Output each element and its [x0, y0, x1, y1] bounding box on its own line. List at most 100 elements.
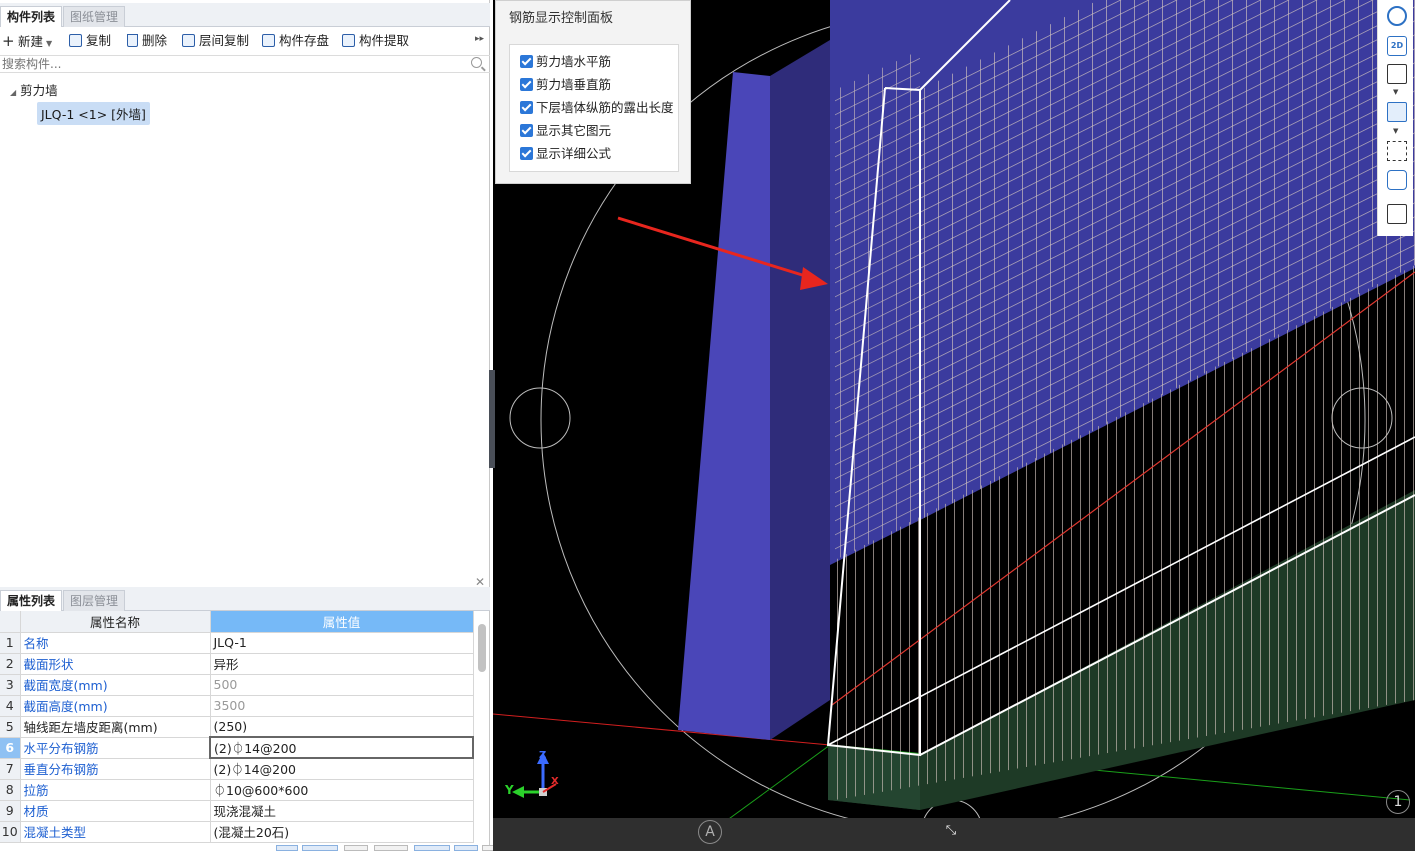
floor-copy-button[interactable]: 层间复制 [182, 30, 249, 52]
tab-layer-management[interactable]: 图层管理 [63, 590, 126, 611]
option-lower-wall-exposure[interactable]: 下层墙体纵筋的露出长度 [520, 99, 674, 117]
property-value[interactable]: 现浇混凝土 [210, 800, 474, 822]
property-name: 名称 [20, 632, 211, 654]
property-value[interactable]: (2)⏀14@200 [210, 758, 474, 780]
save-component-button[interactable]: 构件存盘 [262, 30, 329, 52]
strip-button[interactable] [344, 845, 368, 851]
property-value[interactable]: (混凝土20石) [210, 821, 474, 843]
strip-button[interactable] [374, 845, 408, 851]
orbit-handle-left [509, 387, 571, 449]
property-tabbar: 属性列表 图层管理 [0, 587, 490, 611]
checkbox-checked-icon[interactable] [520, 101, 533, 114]
property-value[interactable]: 500 [210, 674, 474, 696]
tree-group-shear-wall[interactable]: ◢ 剪力墙 [10, 80, 58, 99]
chevron-down-icon[interactable]: ▼ [1393, 88, 1398, 96]
property-value[interactable]: JLQ-1 [210, 632, 474, 654]
checkbox-checked-icon[interactable] [520, 78, 533, 91]
property-value[interactable]: ⏀10@600*600 [210, 779, 474, 801]
header-property-value: 属性值 [210, 611, 474, 633]
header-property-name: 属性名称 [20, 611, 211, 633]
property-name: 截面高度(mm) [20, 695, 211, 717]
table-row[interactable]: 10 混凝土类型 (混凝土20石) [0, 821, 474, 843]
extract-icon [342, 34, 355, 47]
table-row[interactable]: 5 轴线距左墙皮距离(mm) (250) [0, 716, 474, 738]
triad-x-label: X [551, 776, 559, 787]
orbit-icon[interactable] [1387, 6, 1407, 26]
close-icon[interactable]: ✕ [475, 575, 485, 589]
property-name: 轴线距左墙皮距离(mm) [20, 716, 211, 738]
row-index: 10 [0, 821, 21, 843]
zoom-fit-icon[interactable]: ⤡ [942, 822, 960, 840]
table-row[interactable]: 8 拉筋 ⏀10@600*600 [0, 779, 474, 801]
option-vertical-rebar[interactable]: 剪力墙垂直筋 [520, 76, 611, 94]
option-show-other-elements[interactable]: 显示其它图元 [520, 122, 611, 140]
chevron-down-icon[interactable]: ▼ [46, 39, 52, 48]
2d-icon[interactable]: 2D [1387, 36, 1407, 56]
table-row[interactable]: 1 名称 JLQ-1 [0, 632, 474, 654]
rebar-mesh-side [835, 50, 920, 560]
fit-frame-icon[interactable] [1387, 141, 1407, 161]
strip-button[interactable] [414, 845, 450, 851]
view-toolbar: 2D ▼ ▼ [1377, 0, 1413, 236]
property-table: 属性名称 属性值 1 名称 JLQ-1 2 截面形状 异形 3 截面宽度(mm)… [0, 611, 474, 843]
strip-button[interactable] [454, 845, 478, 851]
table-row[interactable]: 9 材质 现浇混凝土 [0, 800, 474, 822]
option-list: 剪力墙水平筋 剪力墙垂直筋 下层墙体纵筋的露出长度 显示其它图元 显示详细公式 [509, 44, 679, 172]
row-index: 1 [0, 632, 21, 654]
row-index: 2 [0, 653, 21, 675]
row-index: 7 [0, 758, 21, 780]
property-value[interactable]: (250) [210, 716, 474, 738]
property-name: 拉筋 [20, 779, 211, 801]
extract-component-button[interactable]: 构件提取 [342, 30, 409, 52]
floor-copy-icon [182, 34, 195, 47]
checkbox-checked-icon[interactable] [520, 124, 533, 137]
new-button[interactable]: + 新建 ▼ [2, 30, 52, 52]
row-index: 9 [0, 800, 21, 822]
toolbar-overflow-icon[interactable]: ▸▸ [475, 34, 484, 44]
component-search [0, 55, 490, 73]
tab-component-list[interactable]: 构件列表 [0, 6, 63, 27]
chevron-down-icon[interactable]: ▼ [1393, 127, 1398, 135]
properties-doc-icon[interactable] [1387, 204, 1407, 224]
cube-view-icon[interactable] [1387, 64, 1407, 84]
header-index [0, 611, 21, 633]
property-value[interactable]: 异形 [210, 653, 474, 675]
tab-property-list[interactable]: 属性列表 [0, 590, 63, 611]
panel-collapse-handle[interactable] [489, 370, 495, 468]
table-row[interactable]: 2 截面形状 异形 [0, 653, 474, 675]
property-value[interactable]: 3500 [210, 695, 474, 717]
property-name: 混凝土类型 [20, 821, 211, 843]
property-name: 垂直分布钢筋 [20, 758, 211, 780]
rebar-display-control-panel: 钢筋显示控制面板 剪力墙水平筋 剪力墙垂直筋 下层墙体纵筋的露出长度 显示其它图… [495, 0, 691, 184]
expand-arrow-icon[interactable]: ◢ [10, 88, 16, 97]
table-row[interactable]: 7 垂直分布钢筋 (2)⏀14@200 [0, 758, 474, 780]
table-row[interactable]: 4 截面高度(mm) 3500 [0, 695, 474, 717]
property-value-editor[interactable]: (2)⏀14@200 [209, 736, 474, 759]
table-row-selected[interactable]: 6 水平分布钢筋 (2)⏀14@200 [0, 736, 474, 759]
component-toolbar: + 新建 ▼ 复制 删除 层间复制 构件存盘 构件提取 ▸▸ [0, 30, 490, 52]
delete-button[interactable]: 删除 [127, 30, 167, 52]
strip-button[interactable] [302, 845, 338, 851]
search-icon[interactable] [471, 57, 482, 68]
copy-button[interactable]: 复制 [69, 30, 111, 52]
row-index: 6 [0, 737, 21, 759]
tree-item-jlq-1[interactable]: JLQ-1 <1> [外墙] [37, 102, 150, 125]
trash-icon [127, 34, 138, 47]
component-icon[interactable] [1387, 170, 1407, 190]
left-panel: 构件列表 图纸管理 +新建▼ 复制 删除 层间复制 构件存盘 构件提取 ▸▸ [0, 0, 490, 851]
property-name: 水平分布钢筋 [20, 737, 211, 759]
row-index: 3 [0, 674, 21, 696]
cube-solid-icon[interactable] [1387, 102, 1407, 122]
checkbox-checked-icon[interactable] [520, 55, 533, 68]
table-scrollbar[interactable] [478, 624, 486, 672]
panel-title: 钢筋显示控制面板 [509, 11, 614, 26]
table-row[interactable]: 3 截面宽度(mm) 500 [0, 674, 474, 696]
option-horizontal-rebar[interactable]: 剪力墙水平筋 [520, 53, 611, 71]
save-icon [262, 34, 275, 47]
tab-drawing-management[interactable]: 图纸管理 [63, 6, 126, 27]
strip-button[interactable] [276, 845, 298, 851]
search-input[interactable] [0, 56, 460, 72]
row-index: 8 [0, 779, 21, 801]
option-show-detailed-formula[interactable]: 显示详细公式 [520, 145, 611, 163]
checkbox-checked-icon[interactable] [520, 147, 533, 160]
